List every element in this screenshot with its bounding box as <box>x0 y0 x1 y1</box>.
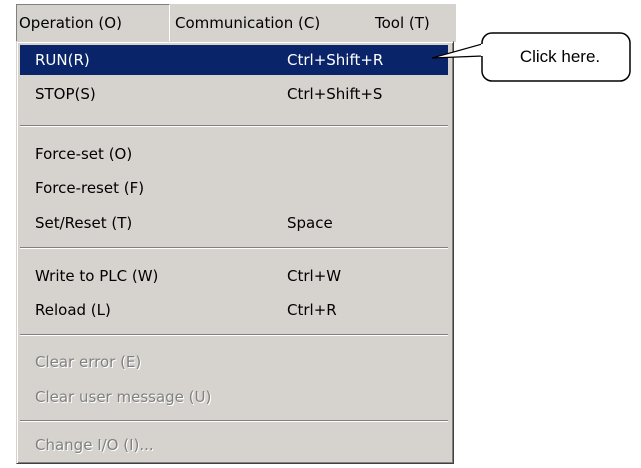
menu-item-shortcut: Ctrl+R <box>287 301 337 319</box>
callout-bubble: Click here. <box>480 27 632 89</box>
menu-item-label: Change I/O (I)... <box>35 436 154 454</box>
menu-item-change-io[interactable]: Change I/O (I)... <box>20 430 448 460</box>
operation-dropdown-menu: RUN(R) Ctrl+Shift+R STOP(S) Ctrl+Shift+S… <box>16 41 454 464</box>
menu-item-label: Set/Reset (T) <box>35 214 133 232</box>
menu-separator <box>20 420 448 422</box>
menu-item-label: RUN(R) <box>35 51 90 69</box>
menu-tool[interactable]: Tool (T) <box>373 4 456 42</box>
menu-item-label: Force-reset (F) <box>35 179 145 197</box>
menu-item-label: Reload (L) <box>35 301 111 319</box>
menu-item-run[interactable]: RUN(R) Ctrl+Shift+R <box>20 45 448 75</box>
menu-operation[interactable]: Operation (O) <box>16 4 170 42</box>
callout-text: Click here. <box>519 47 601 66</box>
menu-item-label: Clear error (E) <box>35 353 142 371</box>
menu-item-clear-user-message[interactable]: Clear user message (U) <box>20 382 448 412</box>
menu-item-clear-error[interactable]: Clear error (E) <box>20 347 448 377</box>
menu-item-shortcut: Space <box>287 214 333 232</box>
menu-item-set-reset[interactable]: Set/Reset (T) Space <box>20 208 448 238</box>
menu-item-label: Force-set (O) <box>35 145 133 163</box>
menu-item-force-set[interactable]: Force-set (O) <box>20 139 448 169</box>
menu-item-write-to-plc[interactable]: Write to PLC (W) Ctrl+W <box>20 261 448 291</box>
screenshot-stage: Operation (O) Communication (C) Tool (T)… <box>0 0 641 468</box>
menu-bar: Operation (O) Communication (C) Tool (T) <box>16 3 456 42</box>
menu-item-stop[interactable]: STOP(S) Ctrl+Shift+S <box>20 79 448 109</box>
menu-item-label: Write to PLC (W) <box>35 267 159 285</box>
menu-separator <box>20 247 448 249</box>
menu-item-reload[interactable]: Reload (L) Ctrl+R <box>20 295 448 325</box>
menu-item-shortcut: Ctrl+Shift+R <box>287 51 384 69</box>
menu-item-label: Clear user message (U) <box>35 388 212 406</box>
menu-separator <box>20 125 448 127</box>
menu-item-force-reset[interactable]: Force-reset (F) <box>20 173 448 203</box>
menu-item-shortcut: Ctrl+Shift+S <box>287 85 383 103</box>
menu-separator <box>20 334 448 336</box>
menu-communication[interactable]: Communication (C) <box>173 4 373 42</box>
menu-item-shortcut: Ctrl+W <box>287 267 342 285</box>
menu-item-label: STOP(S) <box>35 85 96 103</box>
